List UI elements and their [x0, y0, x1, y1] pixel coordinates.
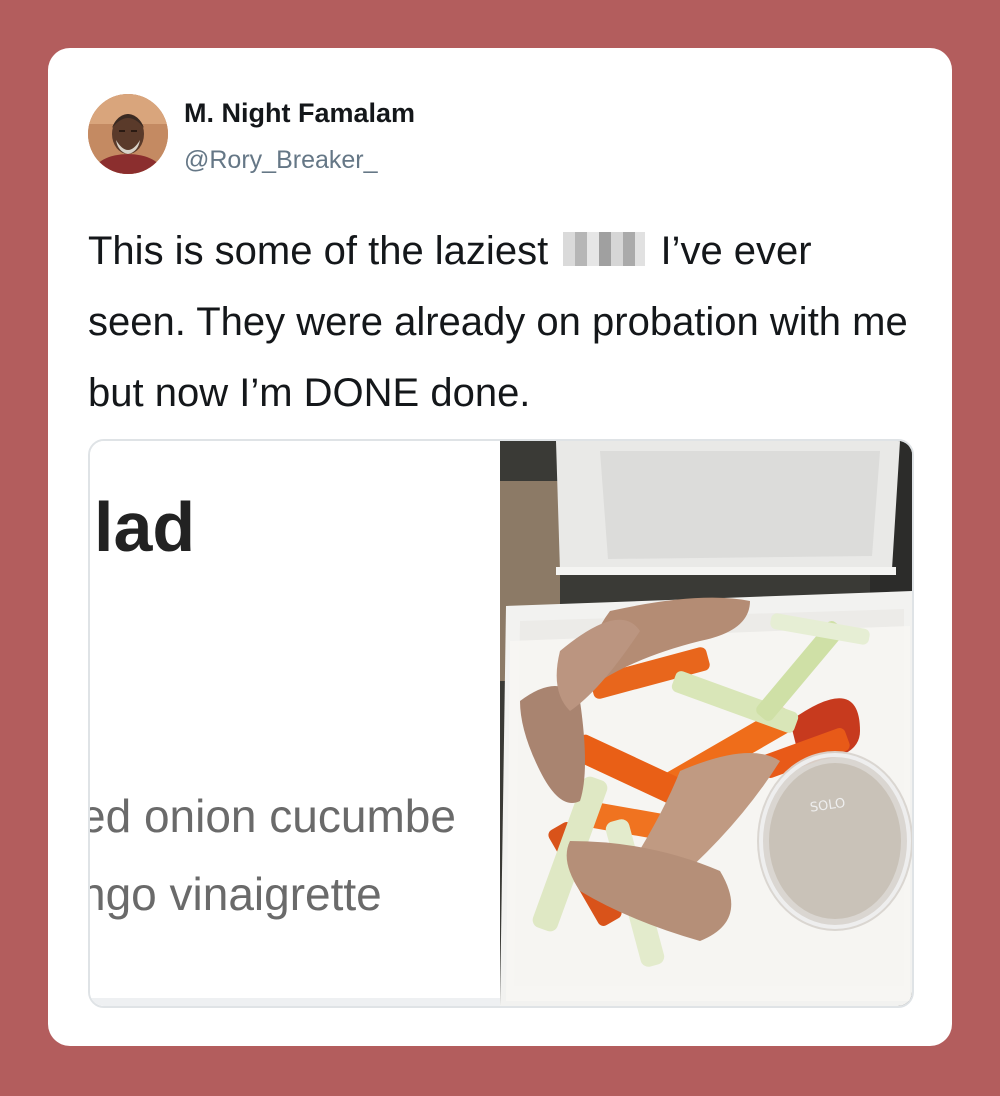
menu-item-description-line2: ngo vinaigrette: [90, 868, 382, 920]
menu-item-title: lad: [94, 488, 196, 566]
tweet-media[interactable]: lad ed onion cucumbe ngo vinaigrette SOL…: [88, 439, 914, 1008]
menu-screenshot-bottom-edge: [90, 998, 500, 1006]
tweet-text-start: This is some of the laziest: [88, 229, 549, 273]
user-avatar[interactable]: [88, 94, 168, 174]
tweet-text: This is some of the laziest I’ve ever se…: [88, 216, 918, 429]
menu-screenshot-image: lad ed onion cucumbe ngo vinaigrette: [90, 441, 500, 1006]
salad-photo: SOLO: [500, 441, 912, 1006]
display-name[interactable]: M. Night Famalam: [184, 98, 415, 129]
censored-word-blur: [563, 232, 646, 266]
tweet-card: M. Night Famalam @Rory_Breaker_ This is …: [48, 48, 952, 1046]
avatar-image: [88, 94, 168, 174]
menu-item-description-line1: ed onion cucumbe: [90, 790, 456, 842]
user-handle[interactable]: @Rory_Breaker_: [184, 146, 378, 175]
